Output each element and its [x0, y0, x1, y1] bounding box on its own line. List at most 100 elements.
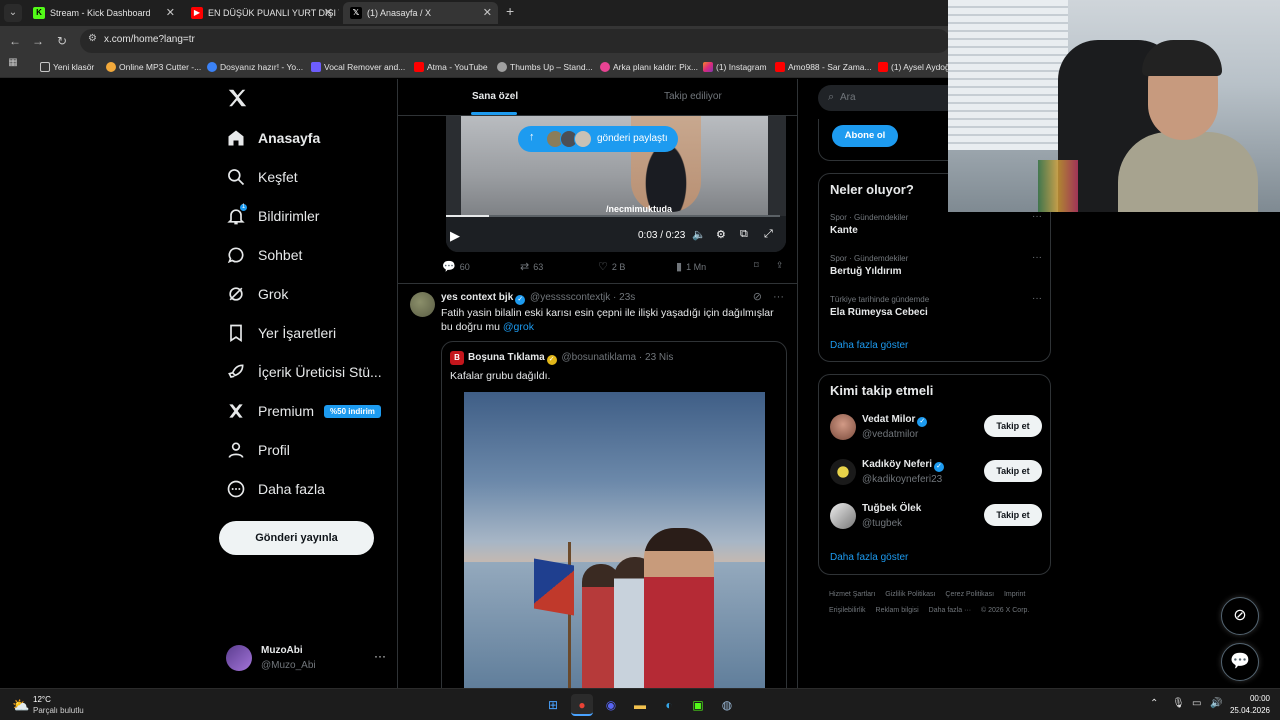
start-icon[interactable]: ⊞ — [542, 694, 564, 716]
more-horizontal-icon[interactable]: ··· — [374, 649, 386, 663]
new-posts-pill[interactable]: ↑ gönderi paylaştı — [518, 126, 678, 152]
bookmark-item[interactable]: Atma - YouTube — [414, 60, 488, 74]
play-icon[interactable]: ▶ — [450, 228, 460, 244]
reload-icon[interactable]: ↻ — [53, 32, 71, 50]
reply-button[interactable]: 💬 60 — [442, 260, 470, 273]
tweet-time[interactable]: 23s — [619, 292, 635, 303]
url-input[interactable]: ⚙ x.com/home?lang=tr — [80, 29, 950, 53]
more-horizontal-icon[interactable]: ··· — [773, 291, 784, 303]
chrome-icon[interactable]: ● — [571, 694, 593, 716]
discord-icon[interactable]: ◉ — [600, 694, 622, 716]
follow-button[interactable]: Takip et — [984, 504, 1042, 526]
bookmark-item[interactable]: Vocal Remover and... — [311, 60, 405, 74]
tweet[interactable]: yes context bjk ✓ @yesssscontextjk · 23s … — [398, 284, 797, 688]
pip-icon[interactable]: ⧉ — [740, 228, 748, 241]
nav-explore[interactable]: Keşfet — [226, 164, 396, 190]
nav-notifications[interactable]: 1 Bildirimler — [226, 203, 396, 229]
quote-image[interactable] — [464, 392, 765, 688]
site-settings-icon[interactable]: ⚙ — [88, 33, 97, 44]
x-logo-icon[interactable] — [226, 87, 248, 109]
close-tab-icon[interactable]: ✕ — [166, 2, 175, 24]
show-more-link[interactable]: Daha fazla göster — [830, 552, 908, 563]
like-button[interactable]: ♡ 2 B — [598, 260, 625, 273]
volume-icon[interactable]: 🔈 — [692, 228, 706, 241]
video-progress-track[interactable] — [446, 215, 780, 217]
footer-link[interactable]: Daha fazla ··· — [929, 607, 971, 614]
views-button[interactable]: ▮ 1 Mn — [676, 260, 706, 273]
edge-icon[interactable]: ◐ — [658, 694, 680, 716]
bookmark-icon[interactable]: ⌑ — [754, 260, 759, 271]
bookmark-item[interactable]: Arka planı kaldır: Pix... — [600, 60, 698, 74]
messages-fab-icon[interactable]: 💬 — [1221, 643, 1259, 681]
kick-app-icon[interactable]: ▣ — [687, 694, 709, 716]
nav-more[interactable]: Daha fazla — [226, 476, 396, 502]
microphone-icon[interactable]: 🎙 — [1172, 698, 1185, 709]
more-horizontal-icon[interactable]: ··· — [1032, 252, 1042, 263]
forward-icon[interactable]: → — [29, 32, 47, 50]
repost-button[interactable]: ⇄ 63 — [520, 260, 543, 273]
follow-suggestion[interactable]: Tuğbek Ölek @tugbek Takip et — [830, 501, 1042, 533]
follow-suggestion[interactable]: Kadıköy Neferi ✓ @kadikoyneferi23 Takip e… — [830, 457, 1042, 489]
tab-search-button[interactable]: ⌄ — [4, 4, 22, 22]
avatar[interactable] — [410, 292, 435, 317]
apps-grid-icon[interactable]: ▦ — [4, 54, 22, 72]
follow-button[interactable]: Takip et — [984, 415, 1042, 437]
footer-link[interactable]: Imprint — [1004, 591, 1025, 598]
account-switcher[interactable]: MuzoAbi @Muzo_Abi ··· — [226, 641, 386, 677]
footer-link[interactable]: Hizmet Şartları — [829, 591, 875, 598]
nav-home[interactable]: Anasayfa — [226, 125, 396, 151]
follow-suggestion[interactable]: Vedat Milor ✓ @vedatmilor Takip et — [830, 412, 1042, 444]
volume-icon[interactable]: 🔊 — [1210, 698, 1222, 709]
tweet-author-name[interactable]: yes context bjk — [441, 292, 513, 303]
bookmark-item[interactable]: Online MP3 Cutter -... — [106, 60, 201, 74]
close-tab-icon[interactable]: ✕ — [483, 2, 492, 24]
steam-icon[interactable]: ◍ — [716, 694, 738, 716]
footer-link[interactable]: Çerez Politikası — [945, 591, 994, 598]
nav-bookmarks[interactable]: Yer İşaretleri — [226, 320, 396, 346]
who-to-follow-title: Kimi takip etmeli — [830, 383, 934, 398]
footer-link[interactable]: Erişilebilirlik — [829, 607, 866, 614]
quoted-tweet[interactable]: B Boşuna Tıklama ✓ @bosunatiklama · 23 Ni… — [441, 341, 787, 688]
more-horizontal-icon[interactable]: ··· — [1032, 293, 1042, 304]
footer-link[interactable]: Gizlilik Politikası — [885, 591, 935, 598]
trend-item[interactable]: Spor · Gündemdekiler Bertuğ Yıldırım ··· — [830, 252, 1042, 284]
chevron-up-icon[interactable]: ⌃ — [1150, 698, 1158, 709]
bookmark-item[interactable]: Yeni klasör — [40, 60, 94, 74]
more-horizontal-icon[interactable]: ··· — [1032, 211, 1042, 222]
close-tab-icon[interactable]: ✕ — [324, 2, 333, 24]
nav-chat[interactable]: Sohbet — [226, 242, 396, 268]
follow-button[interactable]: Takip et — [984, 460, 1042, 482]
bookmark-item[interactable]: Amo988 - Sar Zama... — [775, 60, 872, 74]
tweet-author-handle[interactable]: @yesssscontextjk — [530, 292, 610, 303]
bookmark-item[interactable]: Dosyanız hazır! - Yo... — [207, 60, 303, 74]
grok-fab-icon[interactable]: ⊘ — [1221, 597, 1259, 635]
trend-item[interactable]: Spor · Gündemdekiler Kante ··· — [830, 211, 1042, 243]
settings-icon[interactable]: ⚙ — [716, 228, 726, 241]
nav-creator-studio[interactable]: İçerik Üreticisi Stü... — [226, 359, 396, 385]
back-icon[interactable]: ← — [6, 32, 24, 50]
nav-grok[interactable]: Grok — [226, 281, 396, 307]
bookmark-item[interactable]: (1) Aysel Aydoğ — [878, 60, 950, 74]
nav-premium[interactable]: Premium %50 indirim — [226, 398, 396, 424]
file-explorer-icon[interactable]: ▬ — [629, 694, 651, 716]
tab-kick-dashboard[interactable]: K Stream - Kick Dashboard ✕ — [26, 2, 181, 24]
system-clock[interactable]: 00:00 25.04.2026 — [1230, 693, 1270, 717]
fullscreen-icon[interactable]: ⤢ — [764, 228, 773, 241]
network-icon[interactable]: ▭ — [1192, 698, 1201, 709]
tab-for-you[interactable]: Sana özel — [472, 91, 518, 102]
new-tab-icon[interactable]: + — [506, 3, 514, 19]
tab-following[interactable]: Takip ediliyor — [664, 91, 722, 102]
trend-item[interactable]: Türkiye tarihinde gündemde Ela Rümeysa C… — [830, 293, 1042, 325]
post-button[interactable]: Gönderi yayınla — [219, 521, 374, 555]
nav-profile[interactable]: Profil — [226, 437, 396, 463]
show-more-link[interactable]: Daha fazla göster — [830, 340, 908, 351]
tab-x-home[interactable]: 𝕏 (1) Anasayfa / X ✕ — [343, 2, 498, 24]
share-icon[interactable]: ⇪ — [776, 260, 784, 271]
bookmark-item[interactable]: Thumbs Up – Stand... — [497, 60, 593, 74]
mention-link[interactable]: @grok — [503, 321, 534, 333]
tab-youtube[interactable]: ▶ EN DÜŞÜK PUANLI YURT DIŞI T ✕ — [184, 2, 339, 24]
footer-link[interactable]: Reklam bilgisi — [876, 607, 919, 614]
bookmark-item[interactable]: (1) Instagram — [703, 60, 767, 74]
subscribe-button[interactable]: Abone ol — [832, 125, 898, 147]
grok-icon[interactable]: ⊘ — [753, 291, 762, 303]
